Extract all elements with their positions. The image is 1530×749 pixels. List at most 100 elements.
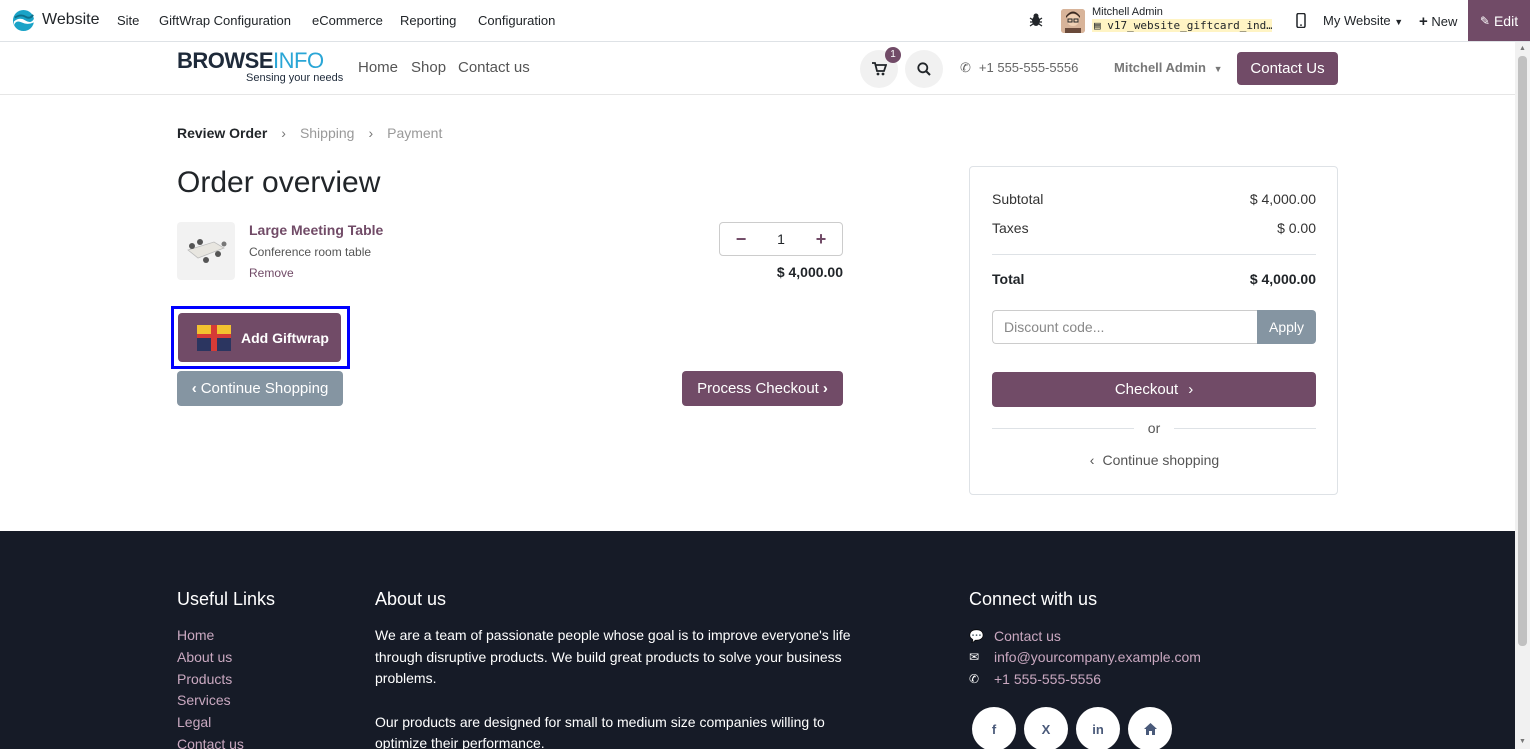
minus-icon[interactable]: −: [732, 229, 750, 250]
search-button[interactable]: [905, 50, 943, 88]
footer-link-legal[interactable]: Legal: [177, 712, 244, 734]
footer-contact-link[interactable]: 💬 Contact us: [969, 625, 1201, 647]
footer-link-home[interactable]: Home: [177, 625, 244, 647]
add-giftwrap-button[interactable]: Add Giftwrap: [178, 313, 341, 362]
checkout-button[interactable]: Checkout ›: [992, 372, 1316, 407]
site-footer: Useful Links Home About us Products Serv…: [0, 531, 1515, 749]
brand-logo-part2: INFO: [273, 48, 324, 73]
menu-giftwrap-configuration[interactable]: GiftWrap Configuration: [159, 13, 291, 28]
step-shipping[interactable]: Shipping: [300, 125, 355, 141]
subtotal-value: $ 4,000.00: [1249, 191, 1316, 207]
menu-reporting[interactable]: Reporting: [400, 13, 456, 28]
step-payment[interactable]: Payment: [387, 125, 442, 141]
footer-link-services[interactable]: Services: [177, 690, 244, 712]
plus-icon: +: [1419, 13, 1428, 30]
search-icon: [917, 62, 931, 76]
database-name-text: v17_website_giftcard_ind…: [1107, 19, 1272, 32]
header-phone-number: +1 555-555-5556: [978, 60, 1079, 75]
continue-shopping-label: Continue Shopping: [200, 380, 329, 397]
taxes-label: Taxes: [992, 220, 1029, 236]
process-checkout-button[interactable]: Process Checkout ›: [682, 371, 843, 406]
new-button-label: New: [1431, 14, 1458, 29]
comment-icon: 💬: [969, 628, 984, 643]
product-name-link[interactable]: Large Meeting Table: [249, 222, 383, 238]
quantity-stepper: − 1 +: [719, 222, 843, 256]
footer-useful-links-title: Useful Links: [177, 589, 276, 609]
footer-about-paragraph-1: We are a team of passionate people whose…: [375, 627, 851, 686]
total-label: Total: [992, 271, 1025, 287]
footer-link-products[interactable]: Products: [177, 669, 244, 691]
nav-home[interactable]: Home: [358, 59, 398, 76]
footer-connect-title: Connect with us: [969, 589, 1098, 609]
continue-shopping-link[interactable]: ‹ Continue shopping: [970, 452, 1339, 468]
taxes-row: Taxes $ 0.00: [992, 220, 1316, 236]
debug-bug-icon[interactable]: [1029, 12, 1043, 28]
chevron-right-icon: ›: [1188, 381, 1194, 398]
menu-site[interactable]: Site: [117, 13, 139, 28]
x-twitter-icon[interactable]: X: [1024, 707, 1068, 749]
topbar-user-name[interactable]: Mitchell Admin: [1092, 6, 1163, 18]
pencil-icon: ✎: [1479, 13, 1490, 28]
website-app-icon[interactable]: [12, 9, 35, 32]
checkout-label: Checkout: [1114, 381, 1179, 398]
brand-logo[interactable]: BROWSEINFO Sensing your needs: [177, 48, 343, 84]
chevron-left-icon: ‹: [191, 380, 197, 397]
checkout-steps-breadcrumb: Review Order › Shipping › Payment: [177, 125, 442, 141]
chevron-right-icon: ›: [368, 125, 374, 141]
website-switcher-label: My Website: [1323, 13, 1391, 28]
or-separator: or: [992, 420, 1317, 436]
product-description: Conference room table: [249, 245, 372, 259]
discount-code-input[interactable]: [992, 310, 1257, 344]
product-image[interactable]: [177, 222, 235, 280]
contact-us-button[interactable]: Contact Us: [1237, 52, 1338, 85]
edit-button[interactable]: ✎ Edit: [1468, 0, 1530, 41]
menu-ecommerce[interactable]: eCommerce: [312, 13, 383, 28]
footer-email-link[interactable]: ✉ info@yourcompany.example.com: [969, 647, 1201, 669]
quantity-input[interactable]: 1: [777, 231, 785, 247]
linkedin-icon[interactable]: in: [1076, 707, 1120, 749]
new-button[interactable]: + New: [1419, 13, 1457, 30]
home-icon[interactable]: [1128, 707, 1172, 749]
website-switcher[interactable]: My Website ▼: [1323, 13, 1403, 28]
user-dropdown-label: Mitchell Admin: [1114, 60, 1206, 75]
cart-count-badge: 1: [885, 47, 901, 63]
app-name[interactable]: Website: [42, 11, 100, 29]
page-title: Order overview: [177, 166, 381, 199]
mobile-preview-icon[interactable]: [1296, 13, 1306, 28]
continue-shopping-button[interactable]: ‹ Continue Shopping: [177, 371, 343, 406]
nav-contact-us[interactable]: Contact us: [458, 59, 530, 76]
user-dropdown[interactable]: Mitchell Admin ▼: [1114, 60, 1223, 75]
brand-tagline: Sensing your needs: [246, 72, 344, 84]
subtotal-label: Subtotal: [992, 191, 1044, 207]
user-avatar[interactable]: [1061, 9, 1085, 33]
process-checkout-label: Process Checkout: [697, 380, 819, 397]
scroll-up-arrow-icon[interactable]: ▲: [1518, 45, 1527, 52]
plus-icon[interactable]: +: [812, 229, 830, 250]
facebook-icon[interactable]: f: [972, 707, 1016, 749]
scroll-down-arrow-icon[interactable]: ▼: [1518, 738, 1527, 745]
header-phone[interactable]: ✆ +1 555-555-5556: [960, 60, 1078, 76]
footer-links-list: Home About us Products Services Legal Co…: [177, 625, 244, 749]
scrollbar-thumb[interactable]: [1518, 56, 1527, 646]
footer-phone-link[interactable]: ✆ +1 555-555-5556: [969, 668, 1201, 690]
remove-line-link[interactable]: Remove: [249, 266, 294, 280]
caret-down-icon: ▼: [1213, 64, 1223, 74]
apply-discount-button[interactable]: Apply: [1257, 310, 1316, 344]
footer-link-contact[interactable]: Contact us: [177, 734, 244, 749]
nav-shop[interactable]: Shop: [411, 59, 446, 76]
footer-about-title: About us: [375, 589, 447, 609]
phone-icon: ✆: [960, 60, 971, 75]
phone-icon: ✆: [969, 671, 980, 686]
database-name: ▤ v17_website_giftcard_ind…: [1092, 19, 1272, 32]
menu-configuration[interactable]: Configuration: [478, 13, 555, 28]
footer-link-about[interactable]: About us: [177, 647, 244, 669]
line-price: $ 4,000.00: [776, 264, 843, 280]
total-value: $ 4,000.00: [1249, 271, 1316, 287]
continue-shopping-link-label: Continue shopping: [1102, 452, 1220, 468]
footer-about-text: We are a team of passionate people whose…: [375, 625, 855, 749]
chevron-right-icon: ›: [281, 125, 286, 141]
envelope-icon: ✉: [969, 650, 980, 665]
brand-logo-part1: BROWSE: [177, 48, 274, 73]
step-review-order[interactable]: Review Order: [177, 125, 267, 141]
footer-phone-label: +1 555-555-5556: [994, 670, 1102, 687]
